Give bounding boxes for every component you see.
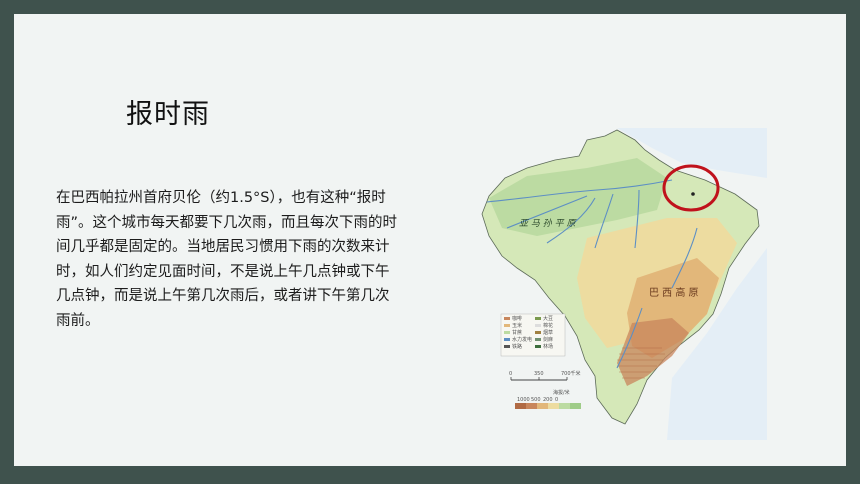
scale-tick-0: 0 [509, 371, 512, 377]
legend-item-3: 水力发电 [512, 336, 532, 343]
legend-item-4: 铁路 [512, 343, 522, 350]
elevation-caption: 海拔/米 [553, 389, 570, 396]
elevation-tick-0: 1000 [517, 397, 530, 403]
legend-item-9: 林场 [543, 343, 553, 350]
brazil-highland-label: 巴 西 高 原 [649, 286, 699, 299]
elevation-tick-1: 500 [531, 397, 541, 403]
amazon-plain-label: 亚 马 孙 平 原 [519, 218, 577, 229]
slide-title: 报时雨 [126, 99, 210, 130]
slide: 报时雨 在巴西帕拉州首府贝伦（约1.5°S），也有这种“报时雨”。这个城市每天都… [14, 14, 846, 466]
legend-item-7: 烟草 [543, 329, 553, 336]
scale-tick-1: 350 [534, 371, 544, 377]
scale-tick-2: 700千米 [561, 370, 581, 377]
legend-item-8: 剑麻 [543, 336, 553, 343]
legend-item-6: 棉花 [543, 322, 553, 329]
belem-city-dot [691, 192, 695, 196]
legend-item-2: 甘蔗 [512, 329, 522, 336]
map-legend: 咖啡 玉米 甘蔗 水力发电 铁路 大豆 棉花 烟草 剑麻 林场 [500, 313, 566, 357]
legend-item-0: 咖啡 [512, 315, 522, 322]
legend-item-1: 玉米 [512, 322, 522, 329]
brazil-map: 亚 马 孙 平 原 巴 西 高 原 咖啡 玉米 甘蔗 水力发电 铁路 大豆 棉花… [467, 118, 767, 440]
body-paragraph: 在巴西帕拉州首府贝伦（约1.5°S），也有这种“报时雨”。这个城市每天都要下几次… [56, 190, 398, 329]
legend-item-5: 大豆 [543, 315, 553, 322]
elevation-tick-2: 200 [543, 397, 553, 403]
elevation-tick-3: 0 [555, 397, 558, 403]
